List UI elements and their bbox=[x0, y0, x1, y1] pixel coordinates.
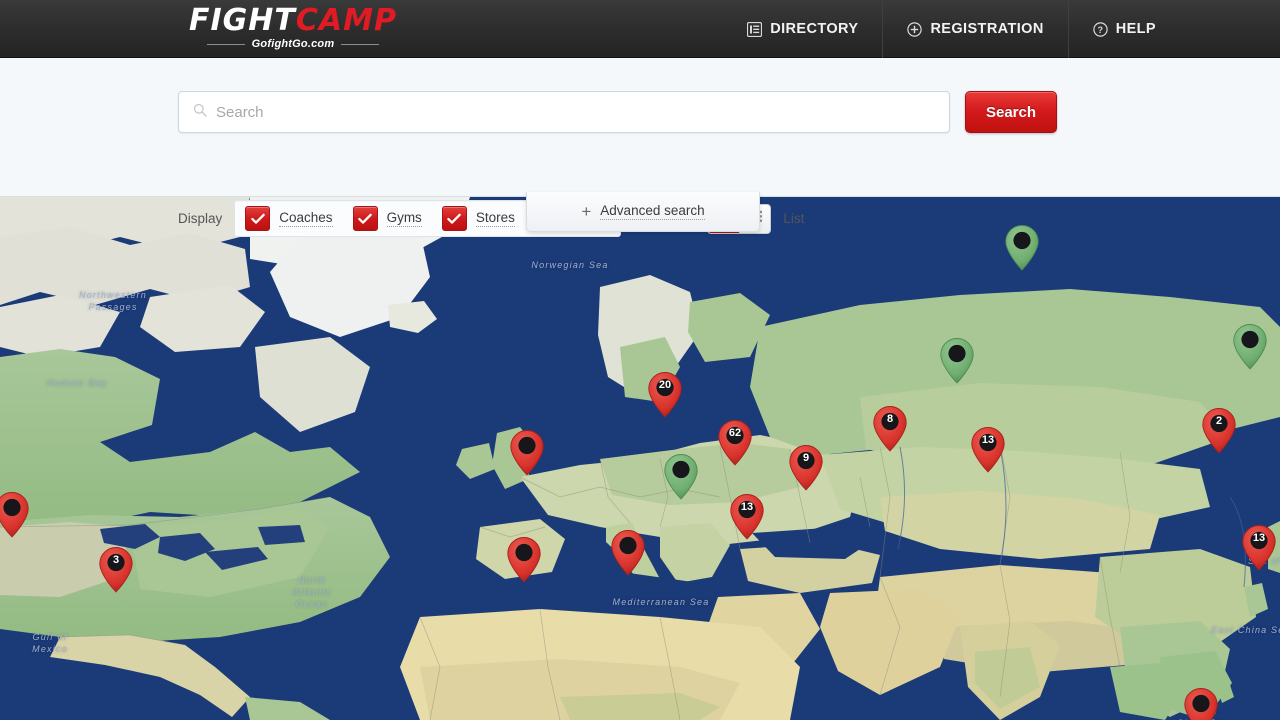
search-input[interactable] bbox=[216, 99, 916, 125]
map-marker[interactable]: 3 bbox=[98, 546, 134, 594]
map-marker[interactable]: 8 bbox=[872, 405, 908, 453]
map-pin-icon bbox=[718, 420, 752, 466]
map-pin-icon bbox=[0, 492, 29, 538]
map-pin-icon bbox=[1242, 525, 1276, 571]
logo-fight-text: FIGHT bbox=[189, 3, 296, 38]
logo-tagline: GofightGo.com bbox=[251, 38, 335, 50]
checkbox-gyms[interactable] bbox=[352, 206, 378, 231]
map-pin-icon bbox=[648, 372, 682, 418]
question-circle-icon: ? bbox=[1093, 21, 1108, 37]
map-marker[interactable] bbox=[663, 453, 699, 501]
map-marker[interactable] bbox=[939, 337, 975, 385]
map-pin-icon bbox=[789, 445, 823, 491]
map-marker[interactable]: 13 bbox=[1241, 524, 1277, 572]
advanced-search-toggle[interactable]: + Advanced search bbox=[526, 192, 760, 232]
logo-tagline-row: GofightGo.com bbox=[168, 39, 418, 50]
plus-circle-icon bbox=[907, 21, 923, 37]
search-icon bbox=[193, 103, 207, 122]
filter-label-coaches: Coaches bbox=[279, 210, 333, 227]
filter-label-stores: Stores bbox=[475, 210, 515, 227]
map-marker[interactable]: 2 bbox=[1201, 407, 1237, 455]
top-navigation-bar: FIGHTCAMP GofightGo.com DIRECTORY REGIST… bbox=[0, 0, 1280, 58]
filter-label-gyms: Gyms bbox=[386, 210, 422, 227]
map-pin-icon bbox=[99, 547, 133, 593]
search-panel: Search Display Coaches Gyms bbox=[0, 58, 1280, 237]
map-marker[interactable]: 9 bbox=[788, 444, 824, 492]
map-pin-icon bbox=[1233, 324, 1267, 370]
map-pin-icon bbox=[1184, 688, 1218, 720]
search-row: Search bbox=[178, 91, 1057, 133]
nav-item-registration[interactable]: REGISTRATION bbox=[882, 0, 1067, 58]
map-pin-icon bbox=[971, 427, 1005, 473]
logo-rule-right bbox=[341, 44, 380, 45]
map-marker[interactable] bbox=[1183, 687, 1219, 720]
map-marker[interactable]: 13 bbox=[970, 426, 1006, 474]
world-map-graphic bbox=[0, 197, 1280, 720]
view-toggle-label-list: List bbox=[783, 211, 805, 226]
map-marker[interactable]: 62 bbox=[717, 419, 753, 467]
map-pin-icon bbox=[510, 430, 544, 476]
map-marker[interactable] bbox=[1004, 224, 1040, 272]
map-marker[interactable] bbox=[610, 529, 646, 577]
map-pin-icon bbox=[1202, 408, 1236, 454]
map-marker[interactable]: 20 bbox=[647, 371, 683, 419]
nav-label-help: HELP bbox=[1115, 21, 1156, 37]
map-marker[interactable] bbox=[506, 536, 542, 584]
logo-camp-text: CAMP bbox=[295, 3, 397, 38]
display-label: Display bbox=[178, 211, 223, 226]
checkbox-coaches[interactable] bbox=[245, 206, 271, 231]
checkbox-stores[interactable] bbox=[441, 206, 467, 231]
map-marker[interactable] bbox=[0, 491, 30, 539]
filter-gyms[interactable]: Gyms bbox=[352, 206, 422, 231]
map-marker[interactable] bbox=[1232, 323, 1268, 371]
filter-stores[interactable]: Stores bbox=[441, 206, 515, 231]
map-pin-icon bbox=[730, 494, 764, 540]
search-box[interactable] bbox=[178, 91, 950, 133]
page-root: FIGHTCAMP GofightGo.com DIRECTORY REGIST… bbox=[0, 0, 1280, 720]
map-pin-icon bbox=[664, 454, 698, 500]
site-logo[interactable]: FIGHTCAMP GofightGo.com bbox=[168, 3, 418, 55]
search-button[interactable]: Search bbox=[965, 91, 1057, 133]
logo-rule-left bbox=[206, 44, 245, 45]
map-pin-icon bbox=[940, 338, 974, 384]
advanced-search-label: Advanced search bbox=[600, 203, 705, 220]
map-pin-icon bbox=[611, 530, 645, 576]
logo-wordmark: FIGHTCAMP bbox=[168, 6, 418, 36]
nav-label-registration: REGISTRATION bbox=[930, 21, 1044, 37]
nav-item-help[interactable]: ? HELP bbox=[1067, 0, 1180, 58]
map-pin-icon bbox=[873, 406, 907, 452]
nav-item-directory[interactable]: DIRECTORY bbox=[723, 0, 882, 58]
main-navigation: DIRECTORY REGISTRATION ? HELP bbox=[723, 0, 1180, 58]
svg-text:?: ? bbox=[1097, 25, 1103, 35]
map-marker[interactable] bbox=[509, 429, 545, 477]
nav-label-directory: DIRECTORY bbox=[770, 21, 859, 37]
directory-icon bbox=[747, 21, 763, 37]
map-pin-icon bbox=[1005, 225, 1039, 271]
map-pin-icon bbox=[507, 537, 541, 583]
map-marker[interactable]: 13 bbox=[729, 493, 765, 541]
map-canvas[interactable]: Northwestern Passages Hudson Bay Norwegi… bbox=[0, 197, 1280, 720]
plus-icon: + bbox=[581, 202, 592, 221]
filter-coaches[interactable]: Coaches bbox=[245, 206, 333, 231]
